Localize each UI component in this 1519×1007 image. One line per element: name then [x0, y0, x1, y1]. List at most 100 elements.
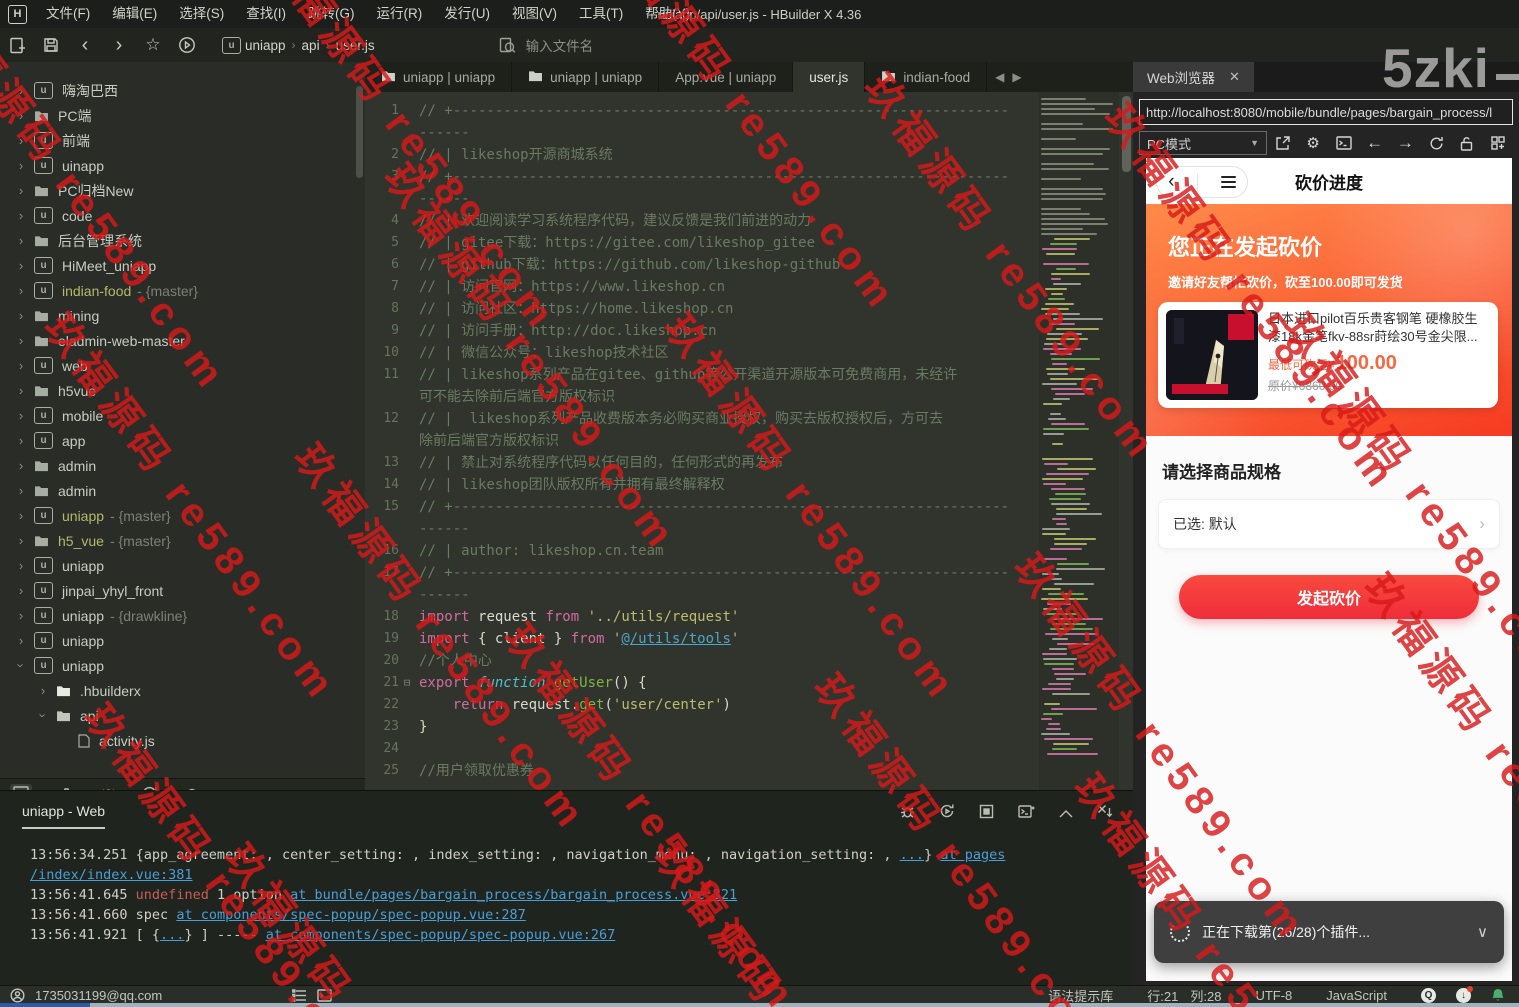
log-link[interactable]: at components/spec-popup/spec-popup.vue:… [266, 927, 616, 943]
run-button[interactable] [170, 32, 204, 58]
tree-item[interactable]: ›后台管理系统 [0, 228, 365, 253]
menu-选择[interactable]: 选择(S) [168, 0, 235, 28]
tree-item[interactable]: ›ujinpai_yhyl_front [0, 578, 365, 603]
chevron-icon[interactable]: › [14, 333, 28, 348]
chevron-icon[interactable]: › [14, 633, 28, 648]
tree-item[interactable]: ›api [0, 703, 365, 728]
chevron-icon[interactable]: › [14, 383, 28, 398]
chevron-icon[interactable]: › [14, 158, 28, 173]
console-tab[interactable]: uniapp - Web [22, 803, 105, 829]
qr-code-icon[interactable] [1482, 136, 1513, 150]
minimap[interactable] [1039, 92, 1119, 790]
url-input[interactable]: http://localhost:8080/mobile/bundle/page… [1139, 99, 1513, 125]
menu-视图[interactable]: 视图(V) [501, 0, 568, 28]
log-link[interactable]: at bundle/pages/bargain_process/bargain_… [290, 887, 737, 903]
fold-marker[interactable]: ⊟ [399, 672, 415, 694]
sidebar-scrollbar[interactable] [356, 86, 363, 178]
product-card[interactable]: 日本进口pilot百乐贵客钢笔 硬橡胶生漆18k金笔fkv-88sr莳绘30号金… [1158, 302, 1498, 408]
chevron-icon[interactable]: › [14, 659, 29, 673]
chevron-icon[interactable]: › [14, 108, 28, 123]
feedback-icon[interactable]: Q [1421, 988, 1436, 1003]
file-search-box[interactable]: 输入文件名 [499, 35, 594, 55]
console-debug-icon[interactable] [900, 804, 915, 823]
code-editor[interactable]: 1// +-----------------------------------… [365, 92, 1133, 790]
menu-文件[interactable]: 文件(F) [35, 0, 101, 28]
tree-item[interactable]: ›h5vue [0, 378, 365, 403]
menu-工具[interactable]: 工具(T) [568, 0, 634, 28]
chevron-icon[interactable]: › [14, 458, 28, 473]
breadcrumb-project[interactable]: uniapp [245, 38, 286, 53]
log-link[interactable]: ... [160, 927, 184, 943]
tree-item[interactable]: ›uuniapp- {master} [0, 503, 365, 528]
tree-item[interactable]: activity.js [0, 728, 365, 753]
chevron-icon[interactable]: › [14, 533, 28, 548]
mobile-nav-capsule[interactable]: ‹ [1156, 166, 1248, 198]
editor-scrollbar[interactable] [1122, 96, 1131, 172]
notification-bell-icon[interactable] [1491, 988, 1505, 1003]
console-stop-icon[interactable] [979, 804, 994, 823]
tree-item[interactable]: ›umobile [0, 403, 365, 428]
tree-item[interactable]: ›uuniapp [0, 653, 365, 678]
editor-tab[interactable]: uniapp | uniapp [512, 62, 659, 92]
chevron-icon[interactable]: › [14, 583, 28, 598]
start-bargain-button[interactable]: 发起砍价 [1179, 575, 1479, 619]
tree-item[interactable]: ›PC端 [0, 103, 365, 128]
nav-back-icon[interactable]: ← [1359, 133, 1390, 153]
chevron-icon[interactable]: › [14, 483, 28, 498]
tree-item[interactable]: ›uweb [0, 353, 365, 378]
chevron-icon[interactable]: › [14, 183, 28, 198]
plugin-download-toast[interactable]: 正在下载第(26/28)个插件... ∨ [1154, 901, 1504, 963]
tree-item[interactable]: ›admin [0, 453, 365, 478]
breadcrumb-folder[interactable]: api [302, 38, 320, 53]
tree-item[interactable]: ›mining [0, 303, 365, 328]
editor-tab[interactable]: user.js [793, 62, 865, 92]
encoding-label[interactable]: UTF-8 [1255, 988, 1292, 1003]
chevron-icon[interactable]: › [14, 508, 28, 523]
console-clear-icon[interactable] [1097, 804, 1113, 822]
console-terminal-icon[interactable] [1018, 804, 1035, 823]
chevron-icon[interactable]: › [14, 133, 28, 148]
chevron-icon[interactable]: › [14, 433, 28, 448]
menu-跳转[interactable]: 跳转(G) [297, 0, 366, 28]
menu-运行[interactable]: 运行(R) [366, 0, 434, 28]
tree-item[interactable]: ›.hbuilderx [0, 678, 365, 703]
tree-item[interactable]: ›u前端 [0, 128, 365, 153]
tree-item[interactable]: ›uuinapp [0, 153, 365, 178]
log-link[interactable]: ... [900, 847, 924, 863]
tree-item[interactable]: ›h5_vue- {master} [0, 528, 365, 553]
tree-item[interactable]: ›eladmin-web-master [0, 328, 365, 353]
terminal-panel-icon[interactable] [317, 989, 332, 1002]
close-icon[interactable]: ✕ [1229, 69, 1240, 85]
tab-scroll-arrows[interactable]: ◀▶ [987, 62, 1029, 92]
favorite-star-icon[interactable]: ☆ [136, 32, 170, 58]
log-link[interactable]: at components/spec-popup/spec-popup.vue:… [176, 907, 526, 923]
editor-tab[interactable]: indian-food [865, 62, 987, 92]
chevron-icon[interactable]: › [36, 709, 51, 723]
log-link[interactable]: /index/index.vue:381 [30, 867, 193, 883]
language-label[interactable]: JavaScript [1326, 988, 1387, 1003]
chevron-icon[interactable]: › [14, 208, 28, 223]
save-button[interactable] [34, 32, 68, 58]
nav-forward-icon[interactable]: → [1390, 133, 1421, 153]
chevron-icon[interactable]: › [14, 233, 28, 248]
refresh-icon[interactable] [1421, 136, 1452, 151]
tree-item[interactable]: ›uuniapp [0, 553, 365, 578]
open-external-icon[interactable] [1267, 136, 1298, 151]
menu-hamburger-icon[interactable] [1221, 176, 1236, 188]
menu-编辑[interactable]: 编辑(E) [101, 0, 168, 28]
chevron-icon[interactable]: › [14, 408, 28, 423]
editor-tab[interactable]: App.vue | uniapp [659, 62, 793, 92]
devtools-terminal-icon[interactable] [1329, 136, 1360, 150]
settings-gear-icon[interactable]: ⚙ [1298, 134, 1329, 152]
syntax-hint-label[interactable]: 语法提示库 [1048, 986, 1113, 1005]
chevron-icon[interactable]: › [14, 83, 28, 98]
chevron-icon[interactable]: › [14, 558, 28, 573]
account-email[interactable]: 1735031199@qq.com [35, 988, 162, 1003]
tree-item[interactable]: ›uuniapp [0, 628, 365, 653]
editor-tab[interactable]: uniapp | uniapp [365, 62, 512, 92]
tree-item[interactable]: ›uHiMeet_uniapp [0, 253, 365, 278]
tree-item[interactable]: ›ucode [0, 203, 365, 228]
web-browser-tab[interactable]: Web浏览器 ✕ [1133, 62, 1254, 92]
chevron-icon[interactable]: › [14, 283, 28, 298]
log-link[interactable]: at pages [940, 847, 1005, 863]
